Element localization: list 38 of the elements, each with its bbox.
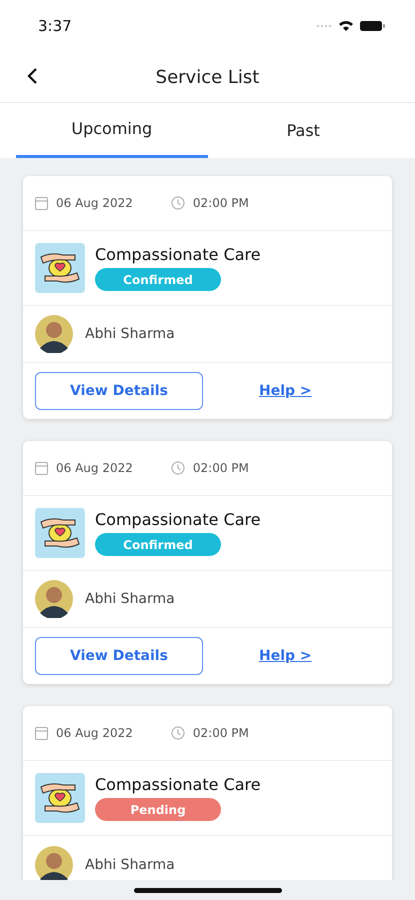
tab[interactable]: Past [208, 103, 399, 158]
calendar-icon [35, 461, 48, 475]
avatar [35, 580, 73, 618]
status-badge: Confirmed [95, 533, 221, 556]
avatar [35, 315, 73, 353]
calendar-icon [35, 196, 48, 210]
view-details-button[interactable]: View Details [35, 372, 203, 410]
status-badge: Confirmed [95, 268, 221, 291]
caring-hands-icon [35, 508, 85, 558]
booking-date: 06 Aug 2022 [56, 461, 133, 475]
booking-time: 02:00 PM [192, 196, 249, 210]
page-title: Service List [156, 66, 260, 88]
booking-date: 06 Aug 2022 [56, 196, 133, 210]
clock-icon [170, 726, 185, 740]
tab[interactable]: Upcoming [16, 103, 208, 158]
view-details-button[interactable]: View Details [35, 637, 203, 675]
service-name: Compassionate Care [95, 245, 261, 264]
person-name: Abhi Sharma [85, 591, 175, 607]
person-name: Abhi Sharma [85, 857, 175, 873]
booking-time: 02:00 PM [192, 461, 249, 475]
clock-icon [170, 461, 185, 475]
back-icon [26, 67, 38, 85]
person-name: Abhi Sharma [85, 326, 175, 342]
status-badge: Pending [95, 798, 221, 821]
calendar-icon [35, 726, 48, 740]
clock-icon [170, 196, 185, 210]
wifi-icon [338, 20, 354, 32]
booking-date: 06 Aug 2022 [56, 726, 133, 740]
caring-hands-icon [35, 773, 85, 823]
booking-time: 02:00 PM [192, 726, 249, 740]
status-time: 3:37 [38, 17, 72, 35]
battery-icon [360, 20, 385, 32]
help-link[interactable]: Help > [259, 383, 312, 399]
signal-icon [316, 24, 332, 28]
service-name: Compassionate Care [95, 510, 261, 529]
caring-hands-icon [35, 243, 85, 293]
service-name: Compassionate Care [95, 775, 261, 794]
help-link[interactable]: Help > [259, 648, 312, 664]
